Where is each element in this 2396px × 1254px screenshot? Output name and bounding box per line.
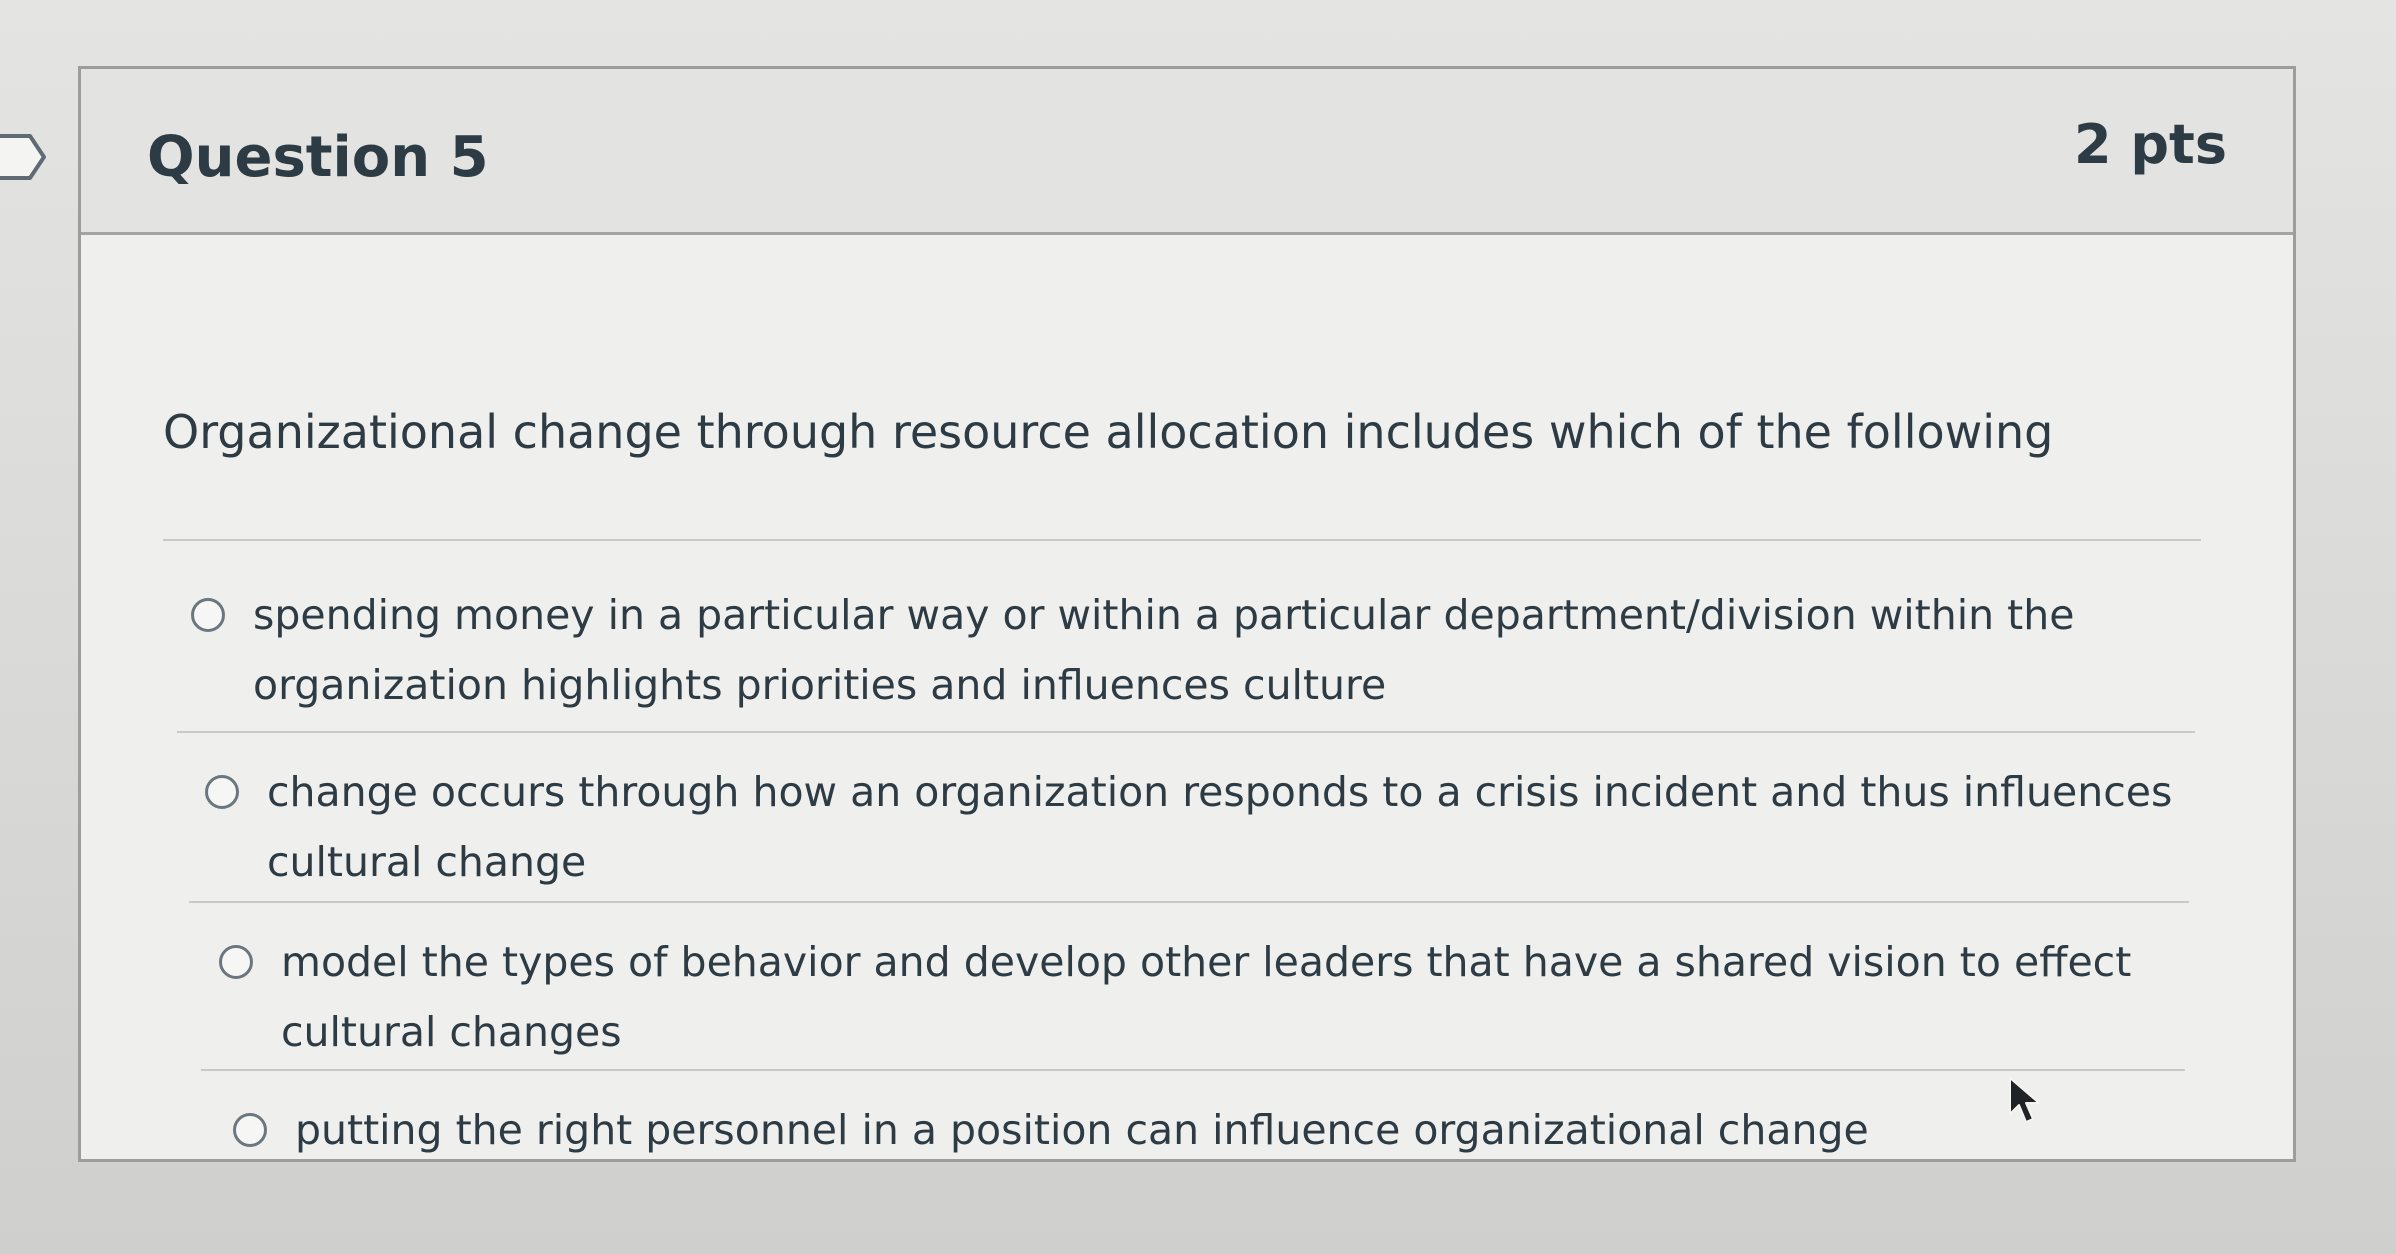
question-header: Question 5 2 pts <box>81 69 2293 235</box>
question-title: Question 5 <box>147 125 489 190</box>
divider <box>177 731 2195 733</box>
bookmark-flag-icon[interactable] <box>0 132 48 182</box>
question-points: 2 pts <box>2074 113 2227 176</box>
divider <box>163 539 2201 541</box>
radio-button-icon[interactable] <box>191 598 225 632</box>
radio-button-icon[interactable] <box>233 1113 267 1147</box>
answer-label: model the types of behavior and develop … <box>281 938 2132 1056</box>
divider <box>201 1069 2185 1071</box>
answer-label: change occurs through how an organizatio… <box>267 768 2173 886</box>
question-prompt: Organizational change through resource a… <box>163 405 2054 459</box>
answer-label: spending money in a particular way or wi… <box>253 591 2075 709</box>
mouse-pointer-icon <box>2009 1077 2040 1123</box>
question-card: Question 5 2 pts Organizational change t… <box>78 66 2296 1162</box>
question-body: Organizational change through resource a… <box>81 235 2293 1159</box>
radio-button-icon[interactable] <box>219 945 253 979</box>
radio-button-icon[interactable] <box>205 775 239 809</box>
divider <box>189 901 2189 903</box>
answer-label: putting the right personnel in a positio… <box>295 1106 1869 1154</box>
